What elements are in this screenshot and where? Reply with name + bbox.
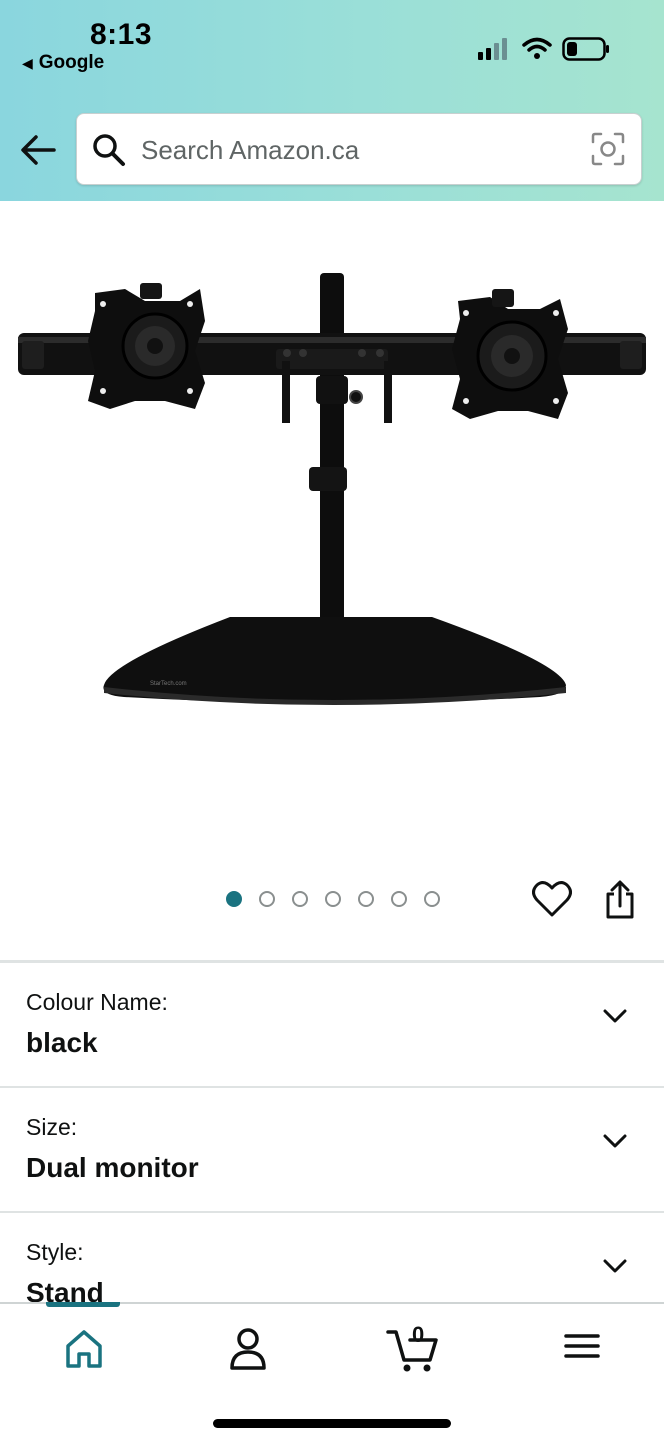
gallery-dot[interactable] — [424, 891, 440, 907]
chevron-down-icon — [603, 1009, 627, 1023]
option-value: black — [26, 1027, 98, 1058]
back-arrow-icon[interactable] — [18, 132, 58, 168]
camera-search-icon[interactable] — [591, 132, 625, 166]
home-icon[interactable] — [54, 1324, 114, 1374]
battery-icon — [562, 37, 609, 61]
status-time: 8:13 — [90, 18, 153, 51]
heart-icon[interactable] — [532, 880, 572, 918]
product-image[interactable]: StarTech.com — [0, 201, 664, 861]
back-to-google-link[interactable]: ◀ Google — [22, 52, 104, 74]
bottom-nav: 0 — [0, 1302, 664, 1440]
right-vesa-mount — [452, 289, 568, 419]
option-label: Colour Name: — [26, 989, 168, 1015]
gallery-pagination[interactable] — [226, 891, 440, 909]
gallery-dot[interactable] — [358, 891, 374, 907]
search-icon — [93, 134, 125, 166]
brand-mark: StarTech.com — [150, 681, 187, 687]
chevron-down-icon — [603, 1134, 627, 1148]
active-tab-indicator — [46, 1302, 120, 1307]
search-box[interactable] — [76, 113, 642, 185]
gallery-dot[interactable] — [259, 891, 275, 907]
left-vesa-mount — [88, 283, 205, 409]
option-colour[interactable]: Colour Name: black — [0, 963, 664, 1088]
option-label: Style: — [26, 1239, 84, 1265]
home-indicator-bar — [213, 1419, 451, 1428]
back-triangle-icon: ◀ — [22, 54, 33, 71]
cart-count-badge: 0 — [412, 1322, 425, 1347]
share-icon[interactable] — [602, 880, 638, 920]
gallery-dot[interactable] — [292, 891, 308, 907]
wifi-icon — [522, 37, 552, 59]
gallery-dot[interactable] — [391, 891, 407, 907]
gallery-dot[interactable] — [226, 891, 242, 907]
search-input[interactable] — [141, 130, 581, 170]
account-icon[interactable] — [218, 1324, 278, 1374]
cellular-signal-icon — [478, 38, 507, 60]
option-size[interactable]: Size: Dual monitor — [0, 1088, 664, 1213]
menu-icon[interactable] — [552, 1324, 612, 1374]
option-label: Size: — [26, 1114, 78, 1140]
cart-button[interactable]: 0 — [384, 1322, 444, 1374]
app-header: 8:13 ◀ Google — [0, 0, 664, 201]
chevron-down-icon — [603, 1259, 627, 1273]
gallery-dot[interactable] — [325, 891, 341, 907]
back-app-label: Google — [38, 52, 105, 73]
option-value: Dual monitor — [26, 1152, 199, 1183]
